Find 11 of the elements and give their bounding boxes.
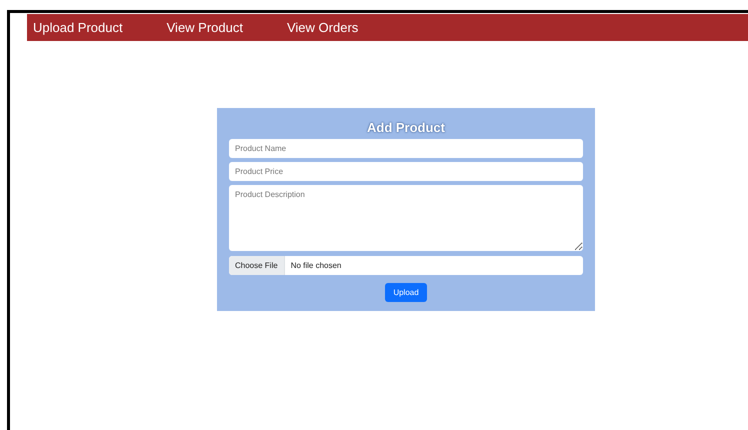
nav-link[interactable]: View Orders (286, 18, 358, 38)
upload-button[interactable]: Upload (385, 283, 427, 302)
nav-link[interactable]: Upload Product (33, 18, 123, 38)
text-field[interactable]: Product Price (229, 162, 583, 181)
file-field[interactable]: Choose File No file chosen (229, 256, 583, 275)
nav-link[interactable]: View Product (166, 18, 243, 38)
description-field[interactable]: Product Description (229, 185, 583, 251)
file-status: No file chosen (290, 260, 342, 272)
text-field[interactable]: Product Name (229, 139, 583, 158)
form-title: Add Product (366, 120, 446, 136)
choose-file-button[interactable]: Choose File (229, 256, 285, 275)
